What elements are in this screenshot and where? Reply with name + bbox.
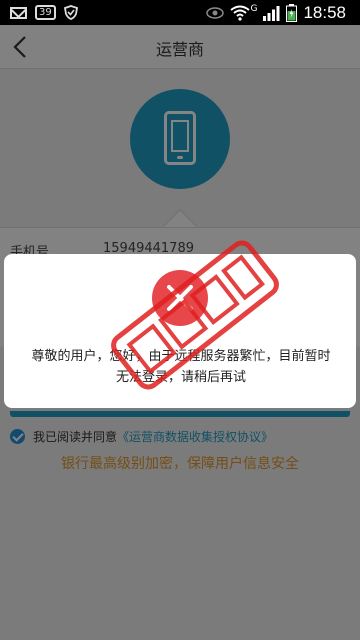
error-x-icon: [152, 270, 208, 326]
mail-icon: [10, 6, 27, 19]
status-left-icons: 39: [10, 4, 78, 21]
eye-icon: [206, 6, 225, 19]
dialog-message: 尊敬的用户，您好，由于远程服务器繁忙，目前暂时无法登录，请稍后再试: [31, 349, 331, 385]
signal-icon: [263, 5, 280, 21]
clock: 18:58: [303, 2, 346, 22]
badge-39-icon: 39: [35, 5, 56, 20]
wifi-icon: [230, 5, 251, 21]
network-type-label: G: [250, 3, 258, 14]
status-bar: 39 G 18:58: [0, 0, 360, 25]
battery-icon: [286, 3, 298, 22]
shield-icon: [63, 5, 78, 20]
status-right-icons: G 18:58: [206, 2, 346, 23]
error-dialog: 尊敬的用户，您好，由于远程服务器繁忙，目前暂时无法登录，请稍后再试: [4, 254, 356, 408]
